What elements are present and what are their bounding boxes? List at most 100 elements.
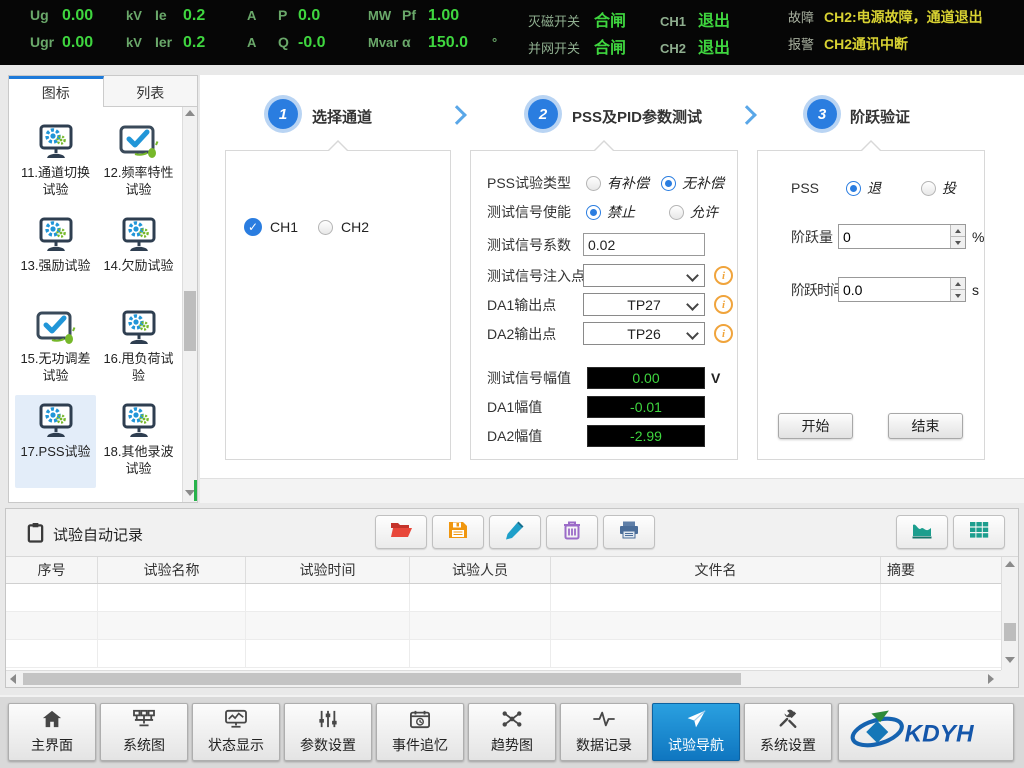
scroll-up-icon[interactable] [1005, 561, 1014, 570]
pss-in-label: 投 [942, 178, 956, 198]
nav-main-screen-button[interactable]: 主界面 [8, 703, 96, 761]
scrollbar-thumb[interactable] [1004, 623, 1016, 641]
spin-up-icon[interactable] [950, 225, 965, 237]
sidebar-item-grid: 11.通道切换试验 12.频率特性试验 13.强励试验 14.欠励试验 15.无… [15, 116, 179, 498]
inject-point-select[interactable] [583, 264, 705, 287]
records-vertical-scrollbar[interactable] [1001, 557, 1018, 670]
channel-row: CH1退出 [660, 7, 738, 30]
nav-system-settings-button[interactable]: 系统设置 [744, 703, 832, 761]
end-button[interactable]: 结束 [888, 413, 963, 439]
table-row[interactable] [6, 640, 1001, 668]
column-header-operator[interactable]: 试验人员 [410, 557, 551, 583]
nav-label: 事件追忆 [392, 735, 448, 755]
spin-up-icon[interactable] [950, 278, 965, 290]
brand-logo[interactable]: KDYH [838, 703, 1014, 761]
ch2-radio[interactable] [318, 220, 333, 235]
scroll-up-icon[interactable] [185, 110, 194, 119]
logo-text: KDYH [905, 721, 975, 748]
sidebar-item-label: 18.其他录波试验 [98, 444, 179, 478]
info-icon[interactable]: i [714, 324, 733, 343]
kdyh-logo-icon: KDYH [848, 709, 1004, 755]
scroll-down-icon[interactable] [1005, 657, 1014, 666]
info-icon[interactable]: i [714, 295, 733, 314]
nav-status-display-button[interactable]: 状态显示 [192, 703, 280, 761]
scroll-down-icon[interactable] [185, 490, 194, 499]
ch2-label: CH2 [341, 219, 369, 235]
step-time-input[interactable] [839, 278, 947, 301]
pss-switch-row: PSS 退 投 [791, 178, 956, 198]
step-amount-input[interactable] [839, 225, 947, 248]
ch1-radio-checked[interactable]: ✓ [244, 218, 262, 236]
sidebar-item-overexcitation-test[interactable]: 13.强励试验 [15, 209, 96, 302]
pss-type-row: PSS试验类型 有补偿 无补偿 [487, 173, 724, 193]
column-header-filename[interactable]: 文件名 [551, 557, 881, 583]
column-header-time[interactable]: 试验时间 [246, 557, 410, 583]
sidebar-item-reactive-droop-test[interactable]: 15.无功调差试验 [15, 302, 96, 395]
app-window: Ug0.00kV Ugr0.00kV Ie0.2A Ier0.2A P0.0MW… [0, 0, 1024, 768]
nav-event-recall-button[interactable]: 事件追忆 [376, 703, 464, 761]
open-record-button[interactable] [375, 515, 427, 549]
with-compensation-radio[interactable] [586, 176, 601, 191]
sidebar-item-channel-switch-test[interactable]: 11.通道切换试验 [15, 116, 96, 209]
step-time-label: 阶跃时间 [791, 280, 838, 300]
signal-coef-input[interactable] [583, 233, 705, 256]
nav-parameter-settings-button[interactable]: 参数设置 [284, 703, 372, 761]
metric-value: 0.00 [62, 34, 116, 52]
sidebar-item-underexcitation-test[interactable]: 14.欠励试验 [98, 209, 179, 302]
splitter-handle[interactable] [194, 480, 197, 501]
disable-radio[interactable] [586, 205, 601, 220]
da1-out-select[interactable]: TP27 [583, 293, 705, 316]
tab-list[interactable]: 列表 [104, 76, 198, 107]
channel-row: CH2退出 [660, 34, 738, 57]
scroll-right-icon[interactable] [988, 674, 997, 683]
sidebar-scrollbar[interactable] [182, 107, 197, 502]
step-amount-stepper[interactable] [838, 224, 966, 249]
table-view-button[interactable] [953, 515, 1005, 549]
scrollbar-thumb[interactable] [23, 673, 741, 685]
alarm-text: CH2通讯中断 [824, 34, 908, 54]
start-button[interactable]: 开始 [778, 413, 853, 439]
scrollbar-thumb[interactable] [184, 291, 196, 351]
edit-record-button[interactable] [489, 515, 541, 549]
pulse-icon [591, 709, 617, 732]
nav-data-record-button[interactable]: 数据记录 [560, 703, 648, 761]
info-icon[interactable]: i [714, 266, 733, 285]
chevron-down-icon [686, 269, 699, 282]
delete-icon [562, 520, 582, 545]
fault-text: CH2:电源故障，通道退出 [824, 7, 983, 27]
ch1-label: CH1 [270, 219, 298, 235]
without-compensation-radio[interactable] [661, 176, 676, 191]
spin-down-icon[interactable] [950, 290, 965, 301]
records-horizontal-scrollbar[interactable] [6, 670, 1001, 687]
nav-trend-chart-button[interactable]: 趋势图 [468, 703, 556, 761]
spin-down-icon[interactable] [950, 237, 965, 248]
nav-system-diagram-button[interactable]: 系统图 [100, 703, 188, 761]
save-record-button[interactable] [432, 515, 484, 549]
tab-icons[interactable]: 图标 [9, 76, 104, 107]
table-row[interactable] [6, 584, 1001, 612]
sidebar-item-load-rejection-test[interactable]: 16.甩负荷试验 [98, 302, 179, 395]
scroll-left-icon[interactable] [10, 674, 19, 683]
step-2-badge: 2 [528, 99, 558, 129]
sidebar-item-pss-test[interactable]: 17.PSS试验 [15, 395, 96, 488]
step-time-stepper[interactable] [838, 277, 966, 302]
column-header-index[interactable]: 序号 [6, 557, 98, 583]
delete-record-button[interactable] [546, 515, 598, 549]
column-header-summary[interactable]: 摘要 [881, 557, 1001, 583]
table-row[interactable] [6, 612, 1001, 640]
print-record-button[interactable] [603, 515, 655, 549]
da2-out-select[interactable]: TP26 [583, 322, 705, 345]
pss-in-radio[interactable] [921, 181, 936, 196]
sidebar-item-other-recording-test[interactable]: 18.其他录波试验 [98, 395, 179, 488]
pss-out-radio[interactable] [846, 181, 861, 196]
sidebar-item-frequency-test[interactable]: 12.频率特性试验 [98, 116, 179, 209]
check-screen-icon [117, 122, 161, 162]
chart-view-button[interactable] [896, 515, 948, 549]
step-time-row: 阶跃时间 s [791, 277, 979, 302]
alarm-row: 报警CH2通讯中断 [788, 34, 983, 57]
metric-value: 1.00 [428, 7, 482, 25]
nav-label: 数据记录 [576, 735, 632, 755]
nav-test-navigation-button[interactable]: 试验导航 [652, 703, 740, 761]
allow-radio[interactable] [669, 205, 684, 220]
column-header-name[interactable]: 试验名称 [98, 557, 246, 583]
